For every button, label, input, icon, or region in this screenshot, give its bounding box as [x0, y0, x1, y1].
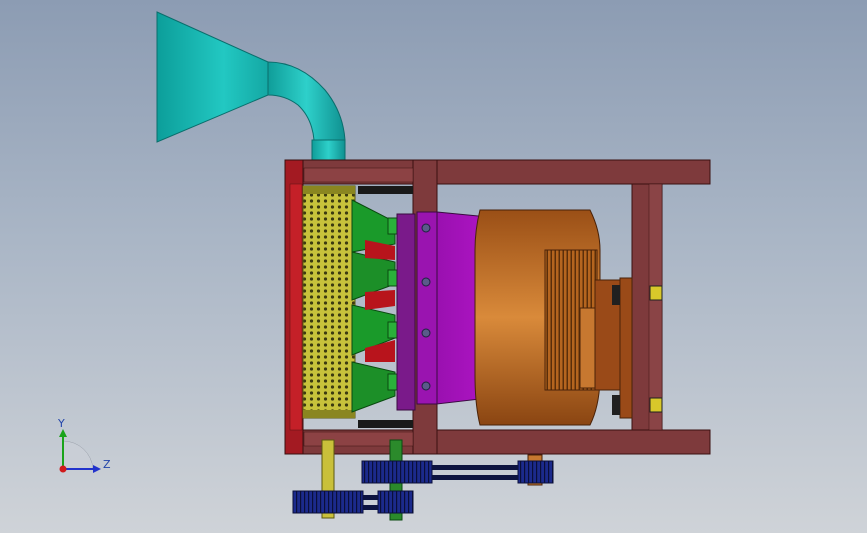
- electric-motor[interactable]: [474, 209, 631, 426]
- hopper-funnel[interactable]: [156, 11, 346, 167]
- cad-viewport[interactable]: Y Z: [0, 0, 867, 533]
- assembly-model-view[interactable]: Y Z: [0, 0, 867, 533]
- perforated-screen-drum[interactable]: [302, 185, 356, 419]
- origin-dot: [59, 465, 67, 473]
- z-axis-label: Z: [103, 458, 111, 471]
- y-axis-label: Y: [57, 417, 65, 430]
- orientation-triad: Y Z: [57, 417, 111, 473]
